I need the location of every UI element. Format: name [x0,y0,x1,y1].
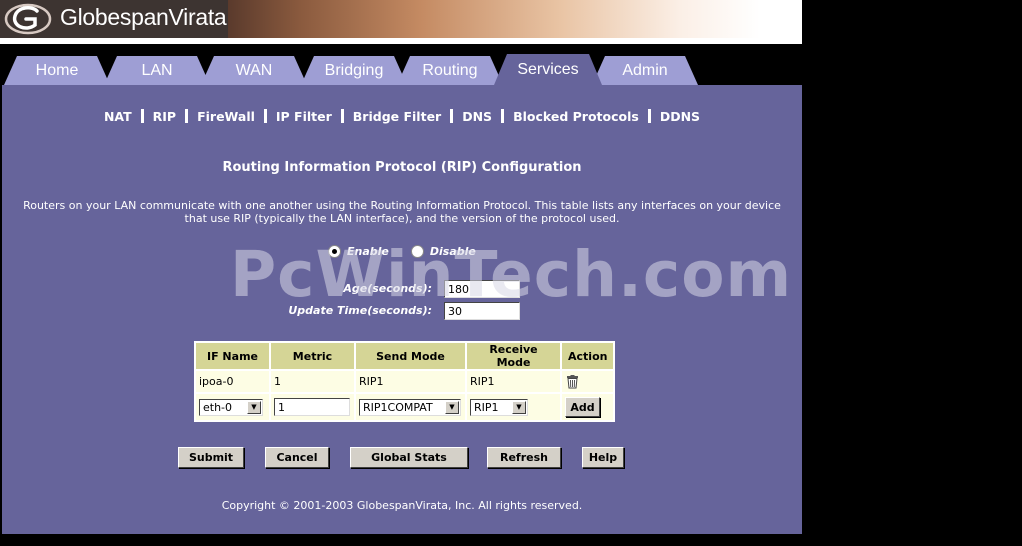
select-value: RIP1COMPAT [363,400,433,414]
header-banner: GlobespanVirata [0,0,802,38]
rip-enable-group: Enable Disable [328,245,476,258]
enable-radio[interactable] [328,245,341,258]
dropdown-arrow-icon: ▼ [512,400,526,414]
trash-icon[interactable] [566,374,579,389]
copyright: Copyright © 2001-2003 GlobespanVirata, I… [221,499,583,512]
metric-input[interactable] [274,398,350,416]
tab-label: Services [517,60,579,78]
disable-label: Disable [429,245,476,258]
subnav-separator [185,109,189,123]
tab-wan[interactable]: WAN [201,56,307,85]
age-label: Age(seconds): [343,282,432,295]
tab-lan[interactable]: LAN [104,56,210,85]
tab-label: Bridging [324,61,384,79]
col-metric: Metric [271,343,354,369]
update-time-label: Update Time(seconds): [288,304,432,317]
enable-label: Enable [347,245,389,258]
table-new-row: eth-0 ▼ RIP1COMPAT ▼ RIP1 ▼ Add [196,394,614,420]
col-receive-mode: Receive Mode [467,343,560,369]
age-input[interactable] [444,280,520,298]
subnav-bridge-filter[interactable]: Bridge Filter [353,109,441,124]
tab-routing[interactable]: Routing [397,56,503,85]
tab-services[interactable]: Services [494,54,602,85]
disable-radio[interactable] [410,245,424,258]
subnav-separator [450,109,454,123]
content-panel: NAT RIP FireWall IP Filter Bridge Filter DNS B… [2,85,802,534]
brand-name: GlobespanVirata [60,4,227,30]
send-mode-select[interactable]: RIP1COMPAT ▼ [359,398,461,416]
subnav-separator [263,109,267,123]
logo: GlobespanVirata [0,0,228,38]
subnav-firewall[interactable]: FireWall [197,109,255,124]
cell-if-name: ipoa-0 [196,371,269,392]
subnav-separator [501,109,505,123]
tab-label: Admin [622,61,668,79]
if-name-select[interactable]: eth-0 ▼ [199,398,263,416]
cancel-button[interactable]: Cancel [265,447,329,468]
subnav-ddns[interactable]: DDNS [660,109,700,124]
global-stats-button[interactable]: Global Stats [350,447,468,468]
col-send-mode: Send Mode [356,343,465,369]
subnav-separator [140,109,144,123]
dropdown-arrow-icon: ▼ [445,400,459,414]
subnav-separator [647,109,651,123]
cell-metric: 1 [271,371,354,392]
page-description: Routers on your LAN communicate with one… [23,199,781,225]
main-tabs: Home LAN WAN Bridging Routing Admin Serv… [0,44,802,85]
page-title: Routing Information Protocol (RIP) Confi… [222,160,582,175]
services-subnav: NAT RIP FireWall IP Filter Bridge Filter DNS B… [2,109,802,124]
dropdown-arrow-icon: ▼ [247,400,261,414]
receive-mode-select[interactable]: RIP1 ▼ [470,398,528,416]
help-button[interactable]: Help [582,447,624,468]
subnav-blocked-protocols[interactable]: Blocked Protocols [513,109,639,124]
col-action: Action [562,343,614,369]
cell-add-button: Add [562,394,614,420]
cell-send-mode-select: RIP1COMPAT ▼ [356,394,465,420]
tab-label: WAN [235,61,273,79]
tab-label: LAN [141,61,173,79]
submit-button[interactable]: Submit [178,447,244,468]
col-if-name: IF Name [196,343,269,369]
add-button[interactable]: Add [565,397,600,417]
table-header-row: IF Name Metric Send Mode Receive Mode Ac… [196,343,614,369]
select-value: RIP1 [474,400,499,414]
cell-send-mode: RIP1 [356,371,465,392]
globespan-logo-icon [4,3,52,35]
subnav-separator [340,109,344,123]
cell-receive-mode-select: RIP1 ▼ [467,394,560,420]
rip-interface-table: IF Name Metric Send Mode Receive Mode Ac… [194,341,616,422]
cell-receive-mode: RIP1 [467,371,560,392]
tab-label: Routing [422,61,478,79]
refresh-button[interactable]: Refresh [487,447,561,468]
tab-label: Home [35,61,79,79]
subnav-nat[interactable]: NAT [104,109,132,124]
update-time-input[interactable] [444,302,520,320]
subnav-dns[interactable]: DNS [462,109,492,124]
tab-bridging[interactable]: Bridging [301,56,407,85]
tab-admin[interactable]: Admin [592,56,698,85]
cell-if-name-select: eth-0 ▼ [196,394,269,420]
subnav-ip-filter[interactable]: IP Filter [276,109,332,124]
tab-home[interactable]: Home [4,56,110,85]
table-row: ipoa-0 1 RIP1 RIP1 [196,371,614,392]
cell-metric-input [271,394,354,420]
cell-action [562,371,614,392]
subnav-rip[interactable]: RIP [153,109,176,124]
select-value: eth-0 [203,400,233,414]
